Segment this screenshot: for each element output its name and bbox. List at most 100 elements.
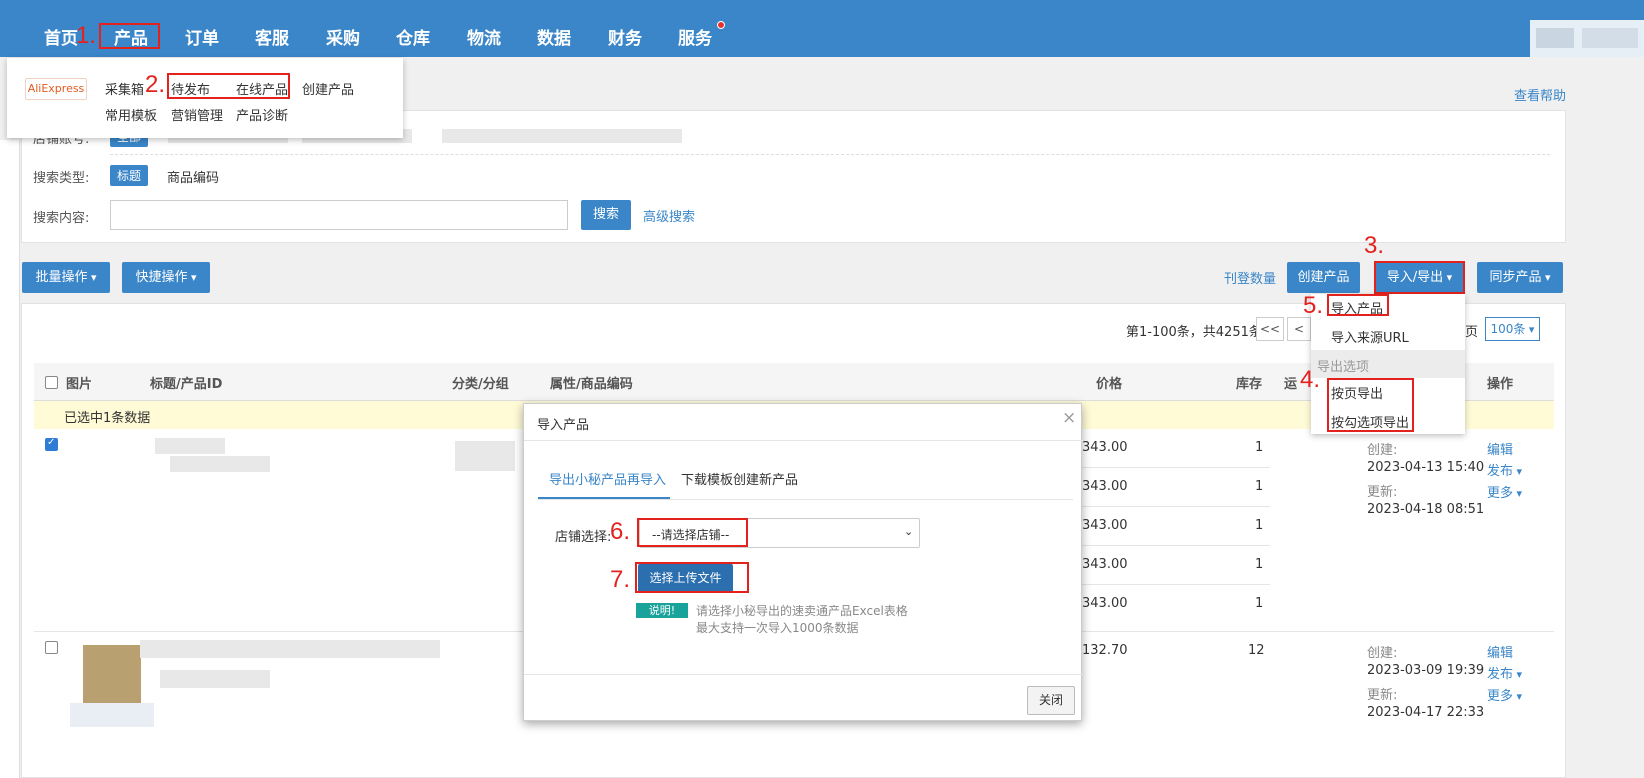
modal-footer-divider xyxy=(524,674,1083,675)
note-line-1: 请选择小秘导出的速卖通产品Excel表格 xyxy=(696,604,908,618)
stock: 1 xyxy=(1255,596,1264,611)
export-options-label: 导出选项 xyxy=(1317,360,1370,375)
import-product-modal: 导入产品 × 导出小秘产品再导入 下载模板创建新产品 店铺选择: --请选择店铺… xyxy=(523,403,1083,721)
nav-service[interactable]: 服务 xyxy=(678,24,712,49)
col-category: 分类/分组 xyxy=(452,377,509,392)
sync-products-button[interactable]: 同步产品 xyxy=(1477,262,1563,293)
product-title-blurred[interactable] xyxy=(170,456,270,472)
created-label: 创建: xyxy=(1367,646,1398,661)
row-checkbox[interactable] xyxy=(45,641,58,654)
tab-download-template[interactable]: 下载模板创建新产品 xyxy=(681,469,798,488)
edit-link[interactable]: 编辑 xyxy=(1487,439,1513,458)
export-options-header: 导出选项 xyxy=(1311,350,1465,378)
variant-divider xyxy=(1080,545,1270,546)
nav-data[interactable]: 数据 xyxy=(537,24,571,49)
price: 343.00 xyxy=(1082,557,1128,572)
search-input[interactable] xyxy=(110,200,568,230)
col-actions: 操作 xyxy=(1487,377,1514,392)
stock: 1 xyxy=(1255,557,1264,572)
user-account-area[interactable] xyxy=(1530,20,1644,57)
price: 343.00 xyxy=(1082,479,1128,494)
col-stock: 库存 xyxy=(1236,377,1263,392)
help-link[interactable]: 查看帮助 xyxy=(1514,85,1566,104)
username-blurred xyxy=(1582,28,1638,48)
nav-finance[interactable]: 财务 xyxy=(608,24,642,49)
menu-common-templates[interactable]: 常用模板 xyxy=(105,105,157,124)
annotation-1: 1. xyxy=(76,22,97,49)
batch-operation-button[interactable]: 批量操作 xyxy=(22,262,110,293)
created-time: 2023-03-09 19:39 xyxy=(1367,663,1485,678)
modal-close-button[interactable]: 关闭 xyxy=(1027,686,1075,715)
updated-label: 更新: xyxy=(1367,485,1398,500)
search-type-title-tag[interactable]: 标题 xyxy=(110,165,149,186)
updated-time: 2023-04-17 22:33 xyxy=(1367,705,1485,720)
price: 132.70 xyxy=(1082,643,1128,658)
search-button[interactable]: 搜索 xyxy=(581,200,631,230)
create-product-button[interactable]: 创建产品 xyxy=(1287,262,1360,293)
variant-divider xyxy=(1080,584,1270,585)
note-badge: 说明! xyxy=(636,603,688,618)
selected-notice: 已选中1条数据 xyxy=(64,411,151,426)
product-title-blurred[interactable] xyxy=(155,438,225,454)
row-checkbox[interactable] xyxy=(45,437,58,451)
menu-import-url[interactable]: 导入来源URL xyxy=(1331,327,1409,346)
left-sidebar xyxy=(0,140,20,778)
page-size-select[interactable]: 100条 xyxy=(1485,317,1540,341)
category-blurred xyxy=(455,441,515,471)
aliexpress-logo[interactable]: AliExpress xyxy=(25,78,87,100)
note-line-2: 最大支持一次导入1000条数据 xyxy=(696,621,859,635)
notification-dot xyxy=(717,21,725,29)
annotation-2: 2. xyxy=(145,71,166,98)
more-link[interactable]: 更多 xyxy=(1487,482,1522,501)
tab-divider xyxy=(538,499,1073,500)
edit-link[interactable]: 编辑 xyxy=(1487,642,1513,661)
product-title-blurred[interactable] xyxy=(160,670,270,688)
modal-header-divider xyxy=(524,440,1083,441)
highlight-export-options xyxy=(1327,378,1414,432)
store-name-blurred[interactable] xyxy=(442,129,682,143)
tab-export-reimport[interactable]: 导出小秘产品再导入 xyxy=(549,469,666,488)
listing-count-link[interactable]: 刊登数量 xyxy=(1224,268,1276,287)
annotation-6: 6. xyxy=(610,518,631,545)
annotation-3: 3. xyxy=(1364,232,1385,259)
modal-title: 导入产品 xyxy=(537,418,590,433)
nav-order[interactable]: 订单 xyxy=(185,24,219,49)
product-thumbnail[interactable] xyxy=(83,645,141,703)
publish-link[interactable]: 发布 xyxy=(1487,663,1522,682)
product-title-blurred[interactable] xyxy=(140,640,440,658)
first-page-button[interactable]: << xyxy=(1256,317,1284,341)
nav-customer-service[interactable]: 客服 xyxy=(255,24,289,49)
publish-link[interactable]: 发布 xyxy=(1487,460,1522,479)
highlight-nav-product xyxy=(99,23,160,49)
more-link[interactable]: 更多 xyxy=(1487,685,1522,704)
prev-page-button[interactable]: < xyxy=(1287,317,1311,341)
search-content-label: 搜索内容: xyxy=(33,211,90,226)
menu-create-product[interactable]: 创建产品 xyxy=(302,79,354,98)
select-all-checkbox[interactable] xyxy=(45,376,58,389)
avatar xyxy=(1536,28,1574,48)
quick-operation-button[interactable]: 快捷操作 xyxy=(122,262,210,293)
col-image: 图片 xyxy=(66,377,93,392)
price: 343.00 xyxy=(1082,440,1128,455)
stock: 1 xyxy=(1255,518,1264,533)
stock: 1 xyxy=(1255,440,1264,455)
highlight-import-export xyxy=(1374,261,1465,294)
pagination-summary: 第1-100条，共4251条 xyxy=(1126,325,1262,340)
page-suffix: 页 xyxy=(1465,325,1479,340)
search-type-sku[interactable]: 商品编码 xyxy=(167,167,219,186)
modal-close-icon[interactable]: × xyxy=(1062,408,1076,428)
nav-logistics[interactable]: 物流 xyxy=(467,24,501,49)
nav-warehouse[interactable]: 仓库 xyxy=(396,24,430,49)
menu-product-diagnosis[interactable]: 产品诊断 xyxy=(236,105,288,124)
menu-marketing[interactable]: 营销管理 xyxy=(171,105,223,124)
col-shipping: 运 xyxy=(1284,377,1298,392)
menu-collect-box[interactable]: 采集箱 xyxy=(105,79,144,98)
updated-label: 更新: xyxy=(1367,688,1398,703)
price: 343.00 xyxy=(1082,518,1128,533)
highlight-pending-online xyxy=(167,73,290,99)
advanced-search-link[interactable]: 高级搜索 xyxy=(643,206,695,225)
nav-home[interactable]: 首页 xyxy=(44,24,78,49)
updated-time: 2023-04-18 08:51 xyxy=(1367,502,1485,517)
col-attributes: 属性/商品编码 xyxy=(550,377,633,392)
nav-purchase[interactable]: 采购 xyxy=(326,24,360,49)
